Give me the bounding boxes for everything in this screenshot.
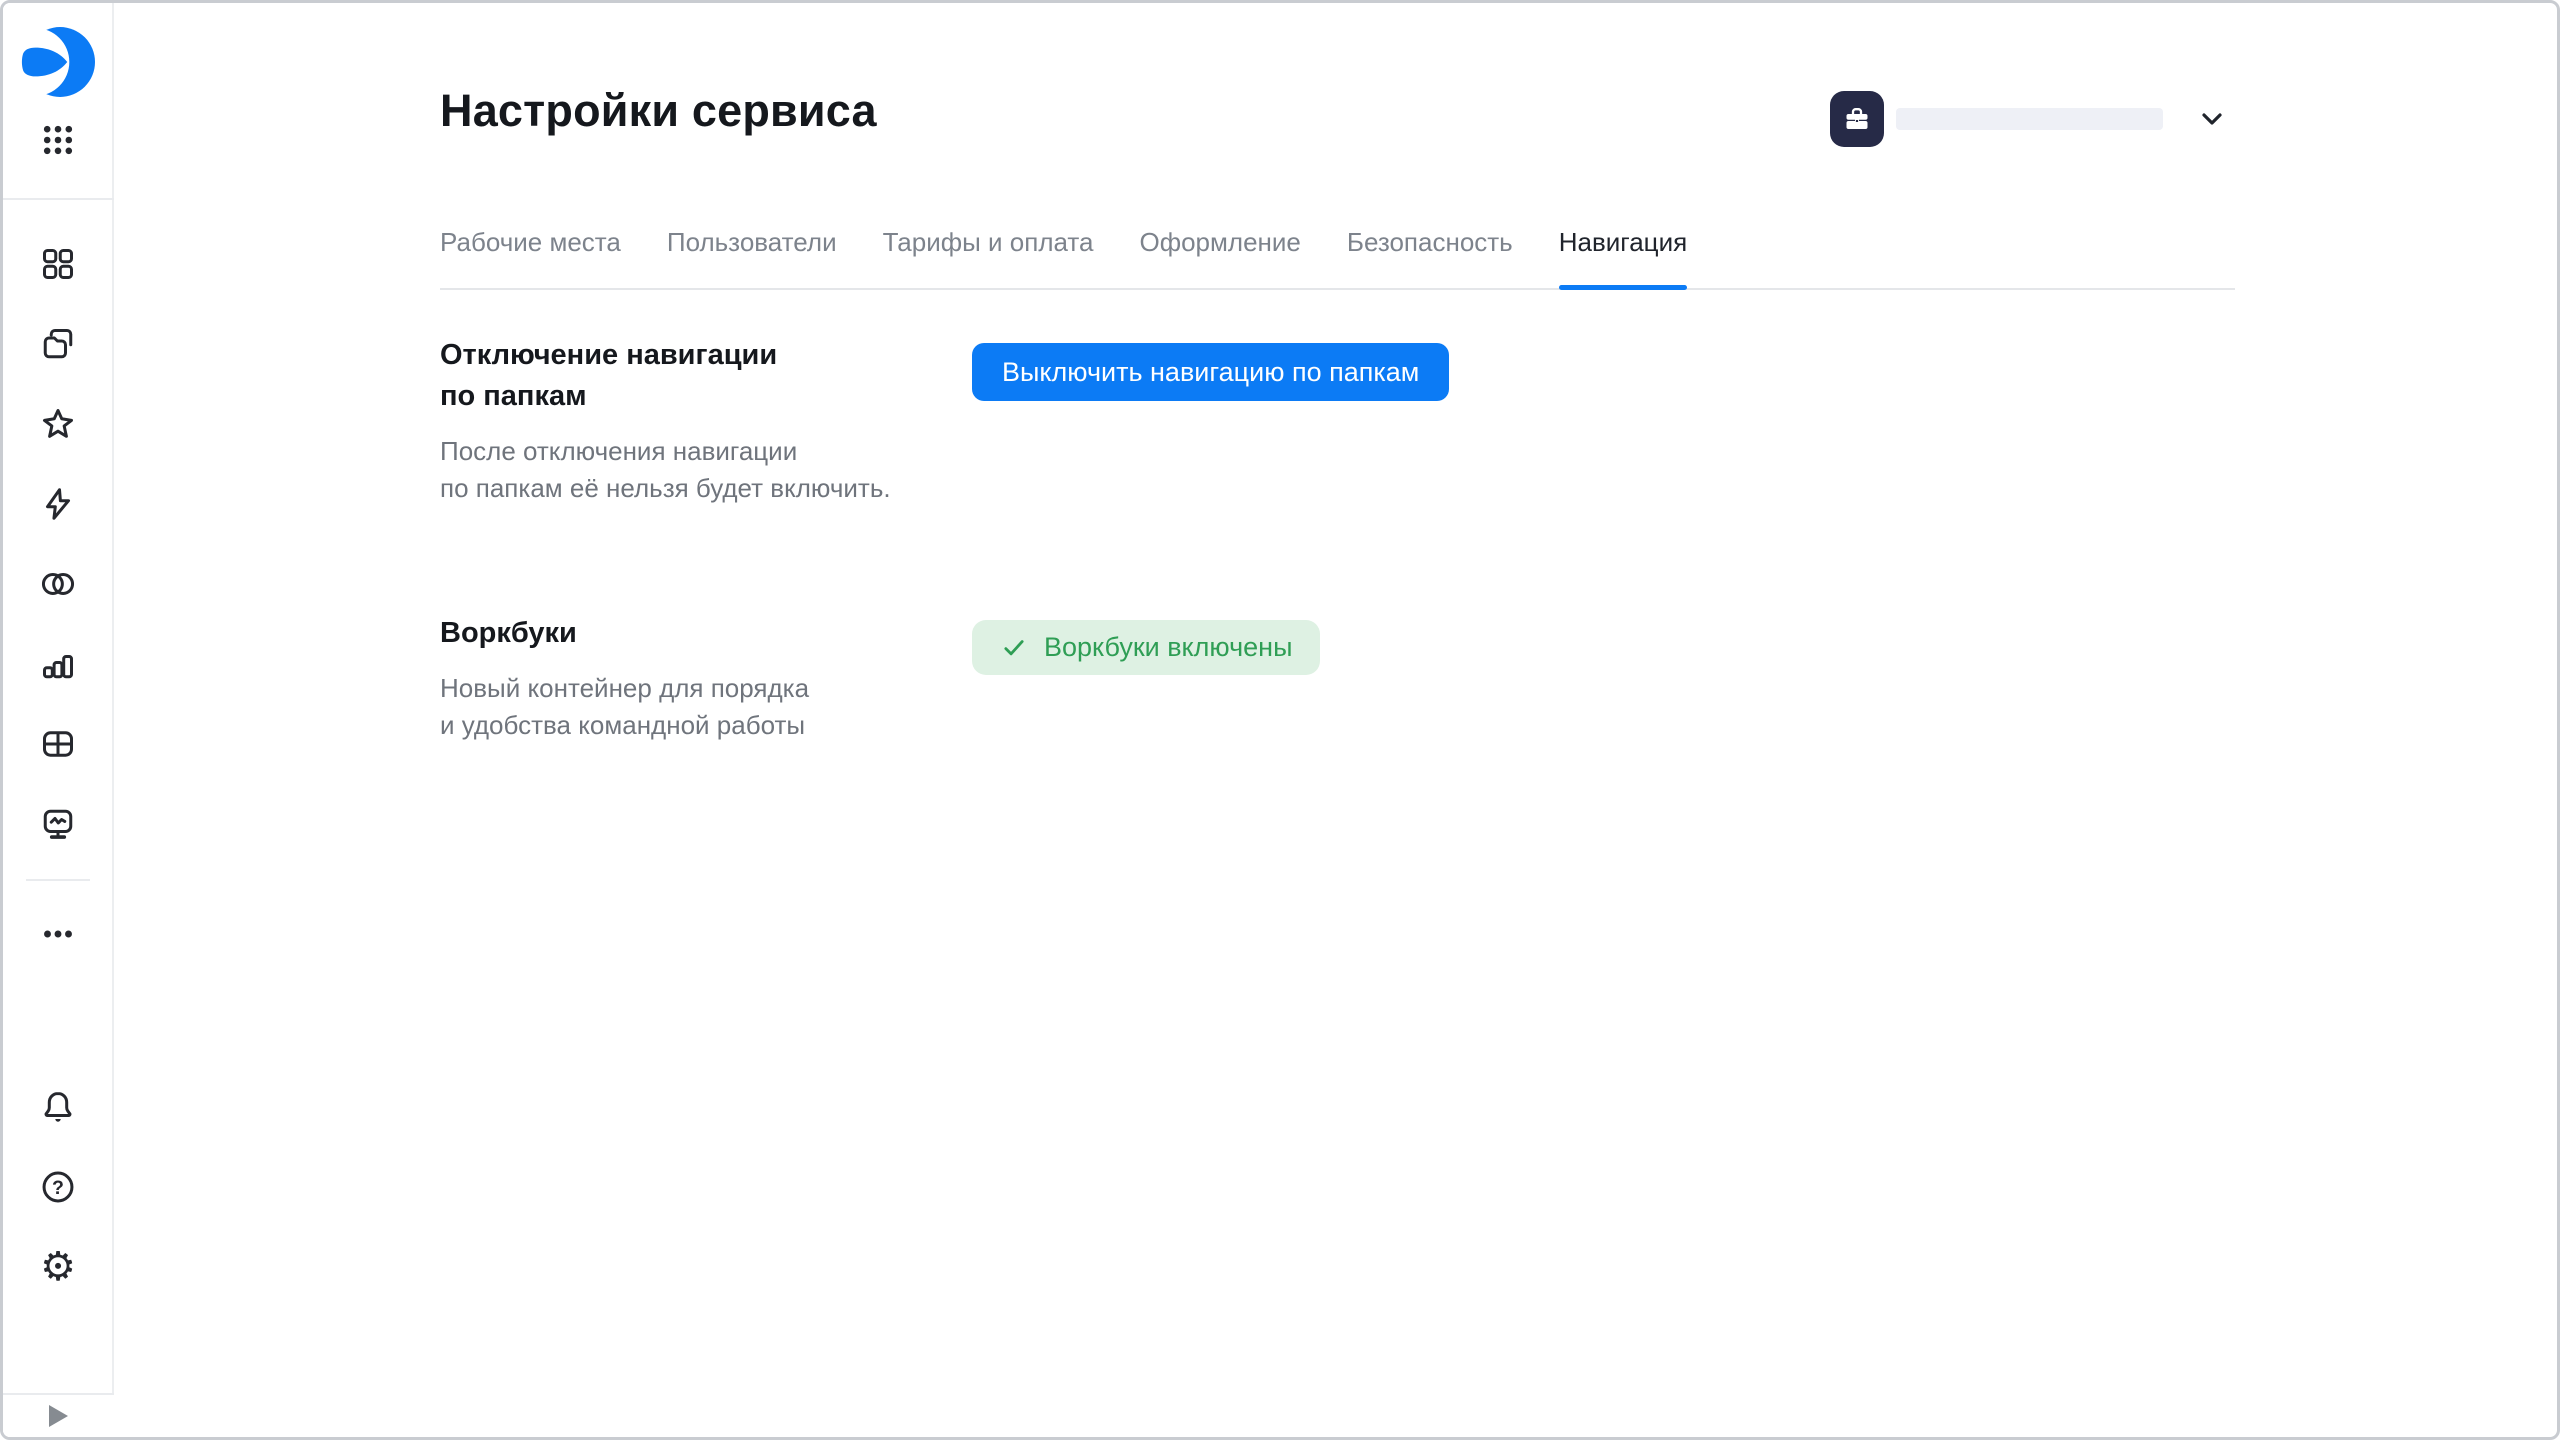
section-description: После отключения навигации по папкам её … <box>440 433 910 507</box>
collapse-panel-arrow-icon <box>49 1405 68 1427</box>
star-icon[interactable] <box>30 396 86 452</box>
bar-chart-icon[interactable] <box>30 636 86 692</box>
lightning-icon[interactable] <box>30 476 86 532</box>
apps-grid-icon[interactable] <box>30 112 86 168</box>
bell-icon[interactable] <box>30 1079 86 1135</box>
workbooks-enabled-badge: Воркбуки включены <box>972 620 1320 675</box>
user-menu[interactable] <box>1830 91 2229 147</box>
datalens-logo[interactable] <box>21 25 95 99</box>
disable-folder-navigation-button[interactable]: Выключить навигацию по папкам <box>972 343 1449 401</box>
section-workbooks: Воркбуки Новый контейнер для порядка и у… <box>440 613 910 744</box>
user-name-placeholder <box>1896 108 2163 130</box>
help-icon[interactable]: ? <box>30 1159 86 1215</box>
monitor-chart-icon[interactable] <box>30 796 86 852</box>
chevron-down-icon <box>2195 102 2229 136</box>
tab-appearance[interactable]: Оформление <box>1139 225 1300 288</box>
tab-users[interactable]: Пользователи <box>667 225 837 288</box>
briefcase-icon <box>1830 91 1884 147</box>
sidebar-divider <box>3 198 114 200</box>
tab-security[interactable]: Безопасность <box>1347 225 1513 288</box>
settings-tabs: Рабочие места Пользователи Тарифы и опла… <box>440 225 2235 290</box>
sidebar: ? ⚙ <box>3 3 114 1437</box>
ellipsis-icon[interactable] <box>30 906 86 962</box>
section-heading: Отключение навигации по папкам <box>440 335 910 417</box>
section-description: Новый контейнер для порядка и удобства к… <box>440 670 910 744</box>
section-heading: Воркбуки <box>440 613 910 654</box>
collapse-panel-button[interactable] <box>3 1393 114 1437</box>
tab-workspaces[interactable]: Рабочие места <box>440 225 621 288</box>
dashboard-grid-icon[interactable] <box>30 236 86 292</box>
folders-icon[interactable] <box>30 316 86 372</box>
gear-icon[interactable]: ⚙ <box>30 1239 86 1295</box>
app-window: ? ⚙ Настройки сервиса <box>0 0 2560 1440</box>
status-label: Воркбуки включены <box>1044 632 1292 663</box>
overlapping-circles-icon[interactable] <box>30 556 86 612</box>
section-folder-navigation: Отключение навигации по папкам После отк… <box>440 335 910 507</box>
gear-glyph: ⚙ <box>40 1247 76 1287</box>
question-glyph: ? <box>52 1177 64 1199</box>
sidebar-divider <box>26 879 90 881</box>
page-title: Настройки сервиса <box>440 85 877 137</box>
tab-billing[interactable]: Тарифы и оплата <box>883 225 1094 288</box>
check-icon <box>1000 634 1028 662</box>
tab-navigation[interactable]: Навигация <box>1559 225 1687 288</box>
table-icon[interactable] <box>30 716 86 772</box>
